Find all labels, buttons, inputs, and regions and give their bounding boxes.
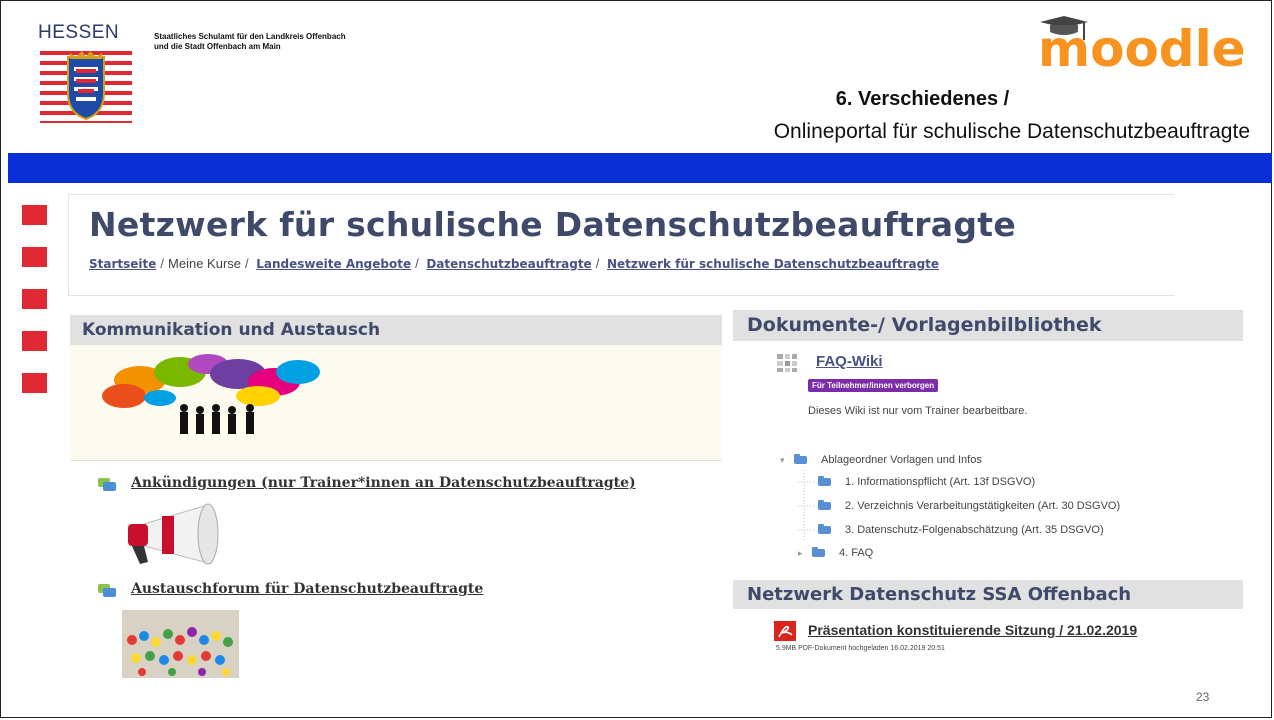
bullet-square <box>22 331 47 351</box>
folder-label: Ablageordner Vorlagen und Infos <box>821 454 982 466</box>
folder-icon <box>818 476 831 487</box>
folder-icon <box>794 454 807 465</box>
authority-line-2: und die Stadt Offenbach am Main <box>154 42 281 51</box>
section-heading-netzwerk: Netzwerk Datenschutz SSA Offenbach <box>733 580 1243 609</box>
collapse-arrow-icon[interactable]: ▸ <box>798 548 812 559</box>
forum-link-austauschforum[interactable]: Austauschforum für Datenschutzbeauftragt… <box>131 581 483 597</box>
file-meta: 5.9MB PDF-Dokument hochgeladen 16.02.201… <box>776 645 945 652</box>
megaphone-illustration <box>128 503 219 565</box>
faq-wiki-link[interactable]: FAQ-Wiki <box>816 353 883 370</box>
folder-item[interactable]: 2. Verzeichnis Verarbeitungstätigkeiten … <box>818 500 1120 512</box>
pdf-icon <box>774 621 796 641</box>
breadcrumb-landesweite-angebote[interactable]: Landesweite Angebote <box>256 257 411 271</box>
slide-subtitle: Onlineportal für schulische Datenschutzb… <box>773 120 1250 143</box>
folder-label: 1. Informationspflicht (Art. 13f DSGVO) <box>845 476 1036 488</box>
folder-label: 3. Datenschutz-Folgenabschätzung (Art. 3… <box>845 524 1104 536</box>
slide-number: 23 <box>1196 690 1210 704</box>
hessen-crest-icon <box>40 51 132 123</box>
wiki-description: Dieses Wiki ist nur vom Trainer bearbeit… <box>808 405 1028 417</box>
bullet-square <box>22 247 47 267</box>
forum-icon <box>98 478 116 491</box>
blue-divider-bar <box>8 153 1272 183</box>
school-authority: Staatliches Schulamt für den Landkreis O… <box>154 32 346 52</box>
folder-item[interactable]: 3. Datenschutz-Folgenabschätzung (Art. 3… <box>818 524 1104 536</box>
expand-arrow-icon[interactable]: ▾ <box>780 455 794 466</box>
breadcrumb-datenschutzbeauftragte[interactable]: Datenschutzbeauftragte <box>426 257 591 271</box>
folder-icon <box>812 547 825 558</box>
breadcrumb-meine-kurse: Meine Kurse <box>168 256 242 271</box>
bullet-square <box>22 373 47 393</box>
folder-item[interactable]: ▸ 4. FAQ <box>798 547 873 559</box>
bullet-square <box>22 205 47 225</box>
game-pawns-illustration <box>122 610 239 678</box>
course-header: Netzwerk für schulische Datenschutzbeauf… <box>68 194 1174 296</box>
breadcrumb-startseite[interactable]: Startseite <box>89 257 156 271</box>
breadcrumb-netzwerk[interactable]: Netzwerk für schulische Datenschutzbeauf… <box>607 257 939 271</box>
moodle-logo-icon: moodle <box>1038 16 1246 72</box>
folder-root-item[interactable]: ▾ Ablageordner Vorlagen und Infos <box>780 454 982 466</box>
wiki-icon <box>777 354 797 372</box>
folder-item[interactable]: 1. Informationspflicht (Art. 13f DSGVO) <box>818 476 1035 488</box>
course-title: Netzwerk für schulische Datenschutzbeauf… <box>89 205 1017 244</box>
folder-label: 4. FAQ <box>839 547 874 559</box>
folder-icon <box>818 524 831 535</box>
speech-bubbles-illustration <box>102 354 320 434</box>
tree-connector-lines <box>798 470 816 542</box>
forum-link-ankuendigungen[interactable]: Ankündigungen (nur Trainer*innen an Date… <box>131 475 636 491</box>
state-name: HESSEN <box>38 22 120 43</box>
presentation-file-link[interactable]: Präsentation konstituierende Sitzung / 2… <box>808 622 1137 638</box>
slide-title: 6. Verschiedenes / <box>835 88 1010 110</box>
authority-line-1: Staatliches Schulamt für den Landkreis O… <box>154 32 346 41</box>
bullet-square <box>22 289 47 309</box>
folder-label: 2. Verzeichnis Verarbeitungstätigkeiten … <box>845 500 1121 512</box>
section-heading-dokumente: Dokumente-/ Vorlagenbilbliothek <box>733 310 1243 341</box>
breadcrumb: Startseite / Meine Kurse / Landesweite Ange… <box>89 256 940 271</box>
folder-icon <box>818 500 831 511</box>
moodle-logo-text: moodle <box>1038 20 1246 72</box>
section-heading-kommunikation: Kommunikation und Austausch <box>70 315 722 345</box>
hidden-badge: Für Teilnehmer/innen verborgen <box>808 379 939 392</box>
forum-icon <box>98 584 116 597</box>
